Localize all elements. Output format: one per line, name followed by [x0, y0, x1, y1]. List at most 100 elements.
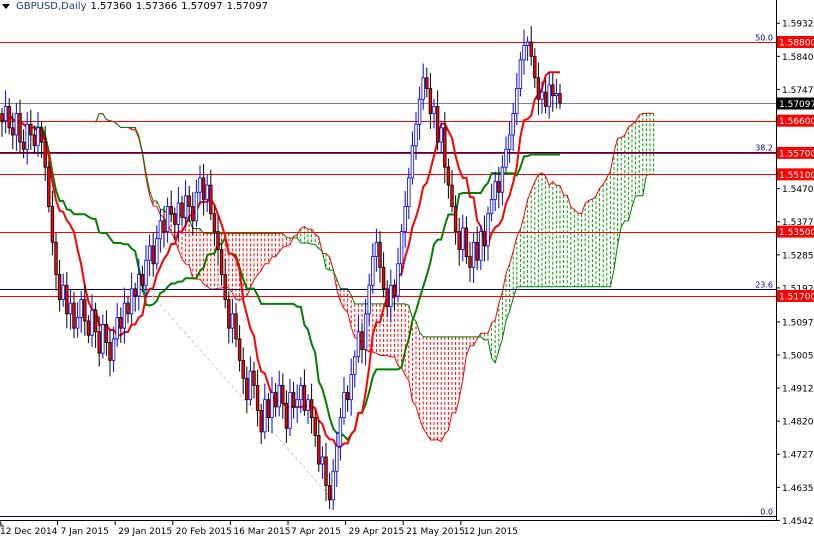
bull-candle: [363, 298, 368, 366]
bear-candle: [50, 190, 55, 256]
candle-body: [500, 166, 505, 193]
bull-candle: [371, 243, 375, 294]
date-tick-label: 29 Jan 2015: [118, 527, 172, 537]
bear-candle: [360, 322, 364, 364]
bull-candle: [79, 291, 83, 333]
bear-candle: [108, 329, 112, 377]
candle-body: [396, 263, 400, 297]
candle-body: [435, 105, 440, 143]
bear-candle: [273, 383, 278, 417]
bull-candle: [389, 269, 393, 323]
candle-body: [313, 417, 317, 436]
candle-body: [453, 206, 458, 232]
candle-body: [90, 309, 94, 336]
candle-body: [144, 259, 148, 286]
candle-body: [209, 184, 213, 215]
candle-body: [540, 91, 544, 100]
candle-body: [151, 245, 155, 265]
candle-body: [14, 113, 19, 136]
price-tick-label: 1.45425: [782, 517, 814, 527]
candles: [0, 26, 562, 510]
bear-candle: [72, 292, 76, 339]
candle-body: [277, 384, 281, 408]
candle-body: [288, 392, 292, 429]
candle-body: [180, 202, 184, 218]
candle-body: [363, 313, 368, 351]
candle-body: [547, 84, 551, 107]
date-tick-label: 21 May 2015: [406, 527, 465, 537]
candle-body: [497, 181, 501, 193]
candle-body: [255, 384, 260, 411]
candle-body: [457, 231, 461, 250]
bear-candle: [551, 73, 555, 112]
candle-body: [525, 41, 530, 46]
bear-candle: [345, 385, 350, 412]
candle-body: [54, 241, 58, 275]
candle-body: [489, 198, 494, 215]
price-tick-label: 1.48200: [782, 418, 814, 428]
bear-candle: [536, 62, 541, 115]
candle-body: [371, 256, 375, 286]
bull-candle: [507, 120, 512, 163]
candle-body: [543, 91, 548, 107]
date-tick-label: 20 Feb 2015: [176, 527, 232, 537]
candle-body: [331, 470, 335, 501]
bear-candle: [482, 215, 487, 262]
candle-body: [471, 241, 476, 268]
bear-candle: [47, 160, 51, 213]
candle-body: [511, 113, 515, 136]
candle-body: [338, 417, 343, 447]
candle-body: [504, 148, 508, 168]
candle-body: [486, 213, 490, 247]
candle-body: [291, 392, 296, 408]
candle-body: [219, 249, 224, 275]
bear-candle: [324, 442, 328, 502]
bear-candle: [241, 347, 245, 395]
price-chart[interactable]: 50.0 38.2 23.6 0.0 1.59325 1.58400 1.57475 1.5…: [0, 0, 814, 539]
bull-candle: [417, 86, 422, 141]
bull-candle: [367, 273, 371, 325]
candle-body: [421, 77, 425, 100]
candle-body: [119, 317, 123, 329]
candle-body: [25, 123, 29, 150]
candle-body: [7, 105, 11, 129]
price-tick-label: 1.58400: [782, 53, 814, 63]
candle-body: [309, 399, 314, 418]
candle-body: [479, 231, 483, 261]
fib-level-label: 23.6: [755, 281, 773, 290]
bull-candle: [500, 155, 505, 206]
current-price-label: 1.57097: [779, 100, 814, 110]
bull-candle: [295, 384, 299, 423]
price-tick-label: 1.49125: [782, 385, 814, 395]
candle-body: [468, 256, 472, 268]
candle-body: [111, 338, 116, 361]
candle-body: [259, 410, 263, 433]
bull-candle: [165, 197, 170, 243]
candle-body: [349, 374, 353, 401]
price-tick-label: 1.46350: [782, 484, 814, 494]
bull-candle: [486, 206, 490, 261]
bear-candle: [223, 258, 227, 309]
bear-candle: [392, 279, 397, 311]
candle-body: [173, 213, 177, 225]
bull-candle: [129, 272, 134, 324]
bear-candle: [162, 205, 166, 248]
bull-candle: [547, 71, 551, 119]
bull-candle: [90, 294, 94, 347]
bull-candle: [338, 407, 343, 461]
candle-body: [147, 245, 152, 261]
candle-body: [335, 445, 339, 472]
horizontal-lines: 50.0 38.2 23.6 0.0: [0, 34, 776, 517]
candle-body: [43, 141, 47, 168]
date-tick-label: 7 Apr 2015: [291, 527, 341, 537]
candle-body: [507, 134, 512, 150]
candle-body: [47, 166, 51, 207]
candle-body: [399, 231, 404, 265]
bear-candle: [309, 383, 314, 434]
candle-body: [29, 123, 33, 136]
candle-body: [299, 384, 303, 401]
price-tick-label: 1.52850: [782, 251, 814, 261]
candle-body: [75, 317, 80, 329]
candle-body: [266, 399, 271, 418]
bull-candle: [471, 233, 476, 283]
